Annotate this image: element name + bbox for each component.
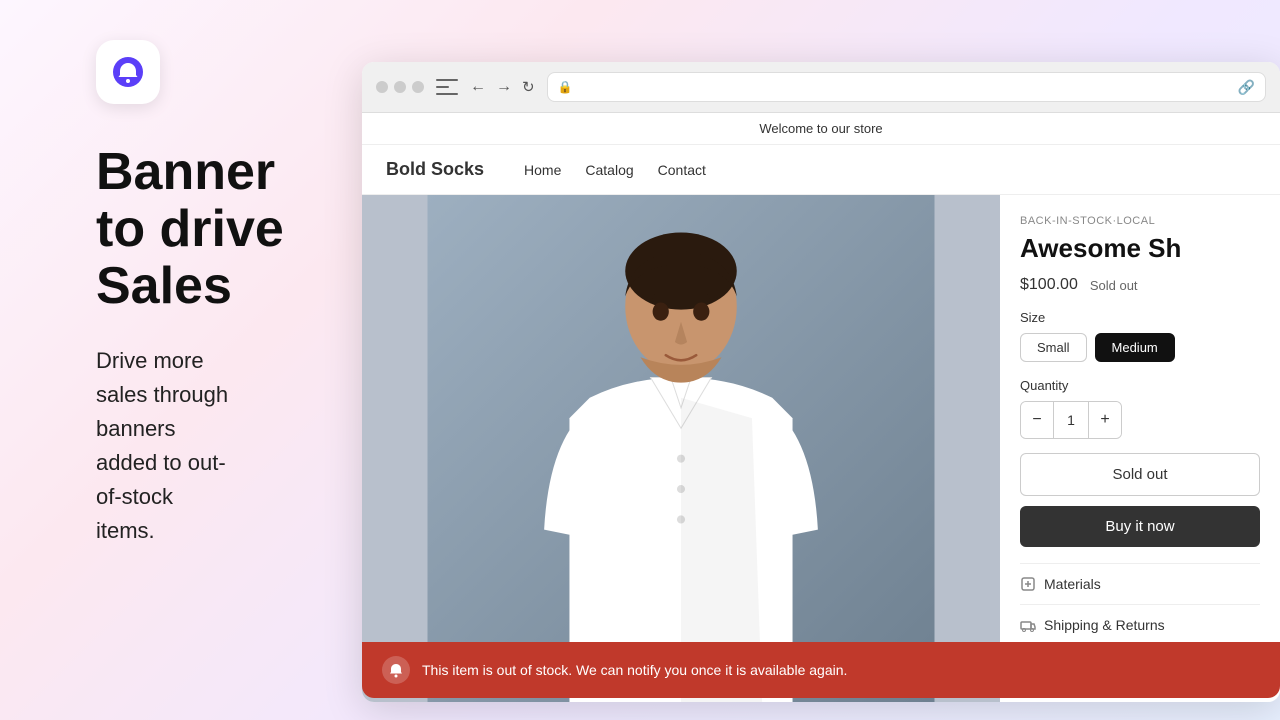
product-title: Awesome Sh	[1020, 233, 1260, 264]
traffic-light-minimize[interactable]	[394, 81, 406, 93]
product-tag: BACK-IN-STOCK·LOCAL	[1020, 215, 1260, 227]
nav-catalog[interactable]: Catalog	[585, 162, 633, 178]
size-options: Small Medium	[1020, 333, 1260, 362]
size-label: Size	[1020, 310, 1260, 325]
nav-contact[interactable]: Contact	[658, 162, 706, 178]
bell-icon	[112, 56, 144, 88]
materials-label: Materials	[1044, 576, 1260, 592]
link-icon: 🔗	[1238, 79, 1255, 96]
notification-bar: This item is out of stock. We can notify…	[362, 642, 1280, 698]
quantity-decrease[interactable]: −	[1021, 402, 1053, 438]
price-row: $100.00 Sold out	[1020, 276, 1260, 294]
lock-icon: 🔒	[558, 80, 573, 94]
materials-icon	[1020, 576, 1036, 592]
nav-links: Home Catalog Contact	[524, 162, 706, 178]
nav-controls: ← → ↻	[470, 78, 535, 96]
left-panel: Banner to drive Sales Drive more sales t…	[0, 0, 360, 720]
store-content: BACK-IN-STOCK·LOCAL Awesome Sh $100.00 S…	[362, 195, 1280, 702]
nav-home[interactable]: Home	[524, 162, 561, 178]
browser-window: ← → ↻ 🔒 🔗 Welcome to our store Bold Sock…	[362, 62, 1280, 702]
traffic-light-close[interactable]	[376, 81, 388, 93]
traffic-light-maximize[interactable]	[412, 81, 424, 93]
size-small[interactable]: Small	[1020, 333, 1087, 362]
size-medium[interactable]: Medium	[1095, 333, 1175, 362]
notification-text: This item is out of stock. We can notify…	[422, 662, 847, 678]
sold-out-badge: Sold out	[1090, 278, 1138, 293]
address-bar[interactable]: 🔒 🔗	[547, 72, 1266, 102]
app-icon	[96, 40, 160, 104]
store-banner: Welcome to our store	[362, 113, 1280, 145]
accordion-shipping[interactable]: Shipping & Returns	[1020, 604, 1260, 645]
accordion-materials[interactable]: Materials	[1020, 563, 1260, 604]
buy-now-button[interactable]: Buy it now	[1020, 506, 1260, 547]
notification-bell-icon	[382, 656, 410, 684]
product-image-area	[362, 195, 1000, 702]
quantity-increase[interactable]: +	[1089, 402, 1121, 438]
shipping-icon	[1020, 617, 1036, 633]
quantity-label: Quantity	[1020, 378, 1260, 393]
product-price: $100.00	[1020, 276, 1078, 294]
quantity-row: − 1 +	[1020, 401, 1260, 439]
shipping-label: Shipping & Returns	[1044, 617, 1260, 633]
store-nav: Bold Socks Home Catalog Contact	[362, 145, 1280, 195]
product-photo	[362, 195, 1000, 702]
store-logo: Bold Socks	[386, 159, 484, 180]
forward-button[interactable]: →	[496, 78, 512, 96]
quantity-value: 1	[1053, 402, 1089, 438]
quantity-control: − 1 +	[1020, 401, 1122, 439]
product-details: BACK-IN-STOCK·LOCAL Awesome Sh $100.00 S…	[1000, 195, 1280, 702]
headline: Banner to drive Sales	[96, 144, 360, 316]
browser-chrome: ← → ↻ 🔒 🔗	[362, 62, 1280, 113]
refresh-button[interactable]: ↻	[522, 78, 535, 96]
traffic-lights	[376, 81, 424, 93]
sold-out-button: Sold out	[1020, 453, 1260, 496]
sidebar-toggle[interactable]	[436, 79, 458, 95]
subtext: Drive more sales through banners added t…	[96, 344, 360, 549]
back-button[interactable]: ←	[470, 78, 486, 96]
